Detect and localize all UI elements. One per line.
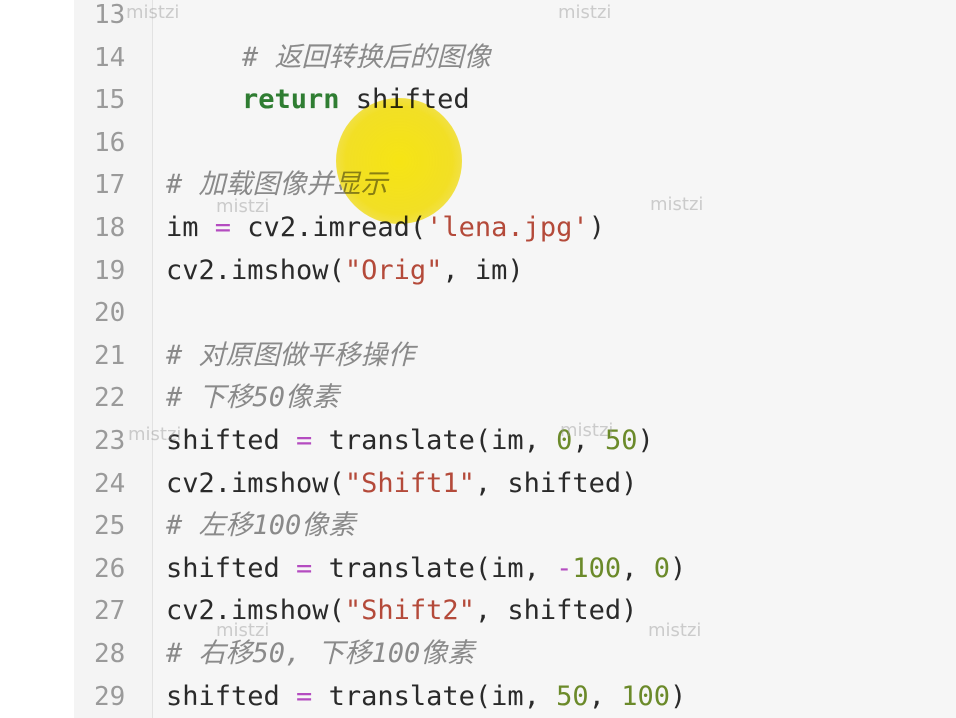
code-token-ident: cv2.imread( (231, 212, 427, 243)
code-token-string: 'lena.jpg' (426, 212, 589, 243)
code-token-punct: ) (637, 425, 654, 456)
code-token-string: "Shift2" (344, 595, 475, 627)
code-token-number: 100 (572, 552, 622, 584)
code-token-ident: im (166, 212, 215, 243)
code-line[interactable]: 17 # 加载图像并显示 (0, 164, 956, 206)
line-code: im = cv2.imread('lena.jpg') (166, 207, 605, 249)
code-line[interactable]: 23 shifted = translate(im, 0, 50) (0, 420, 956, 462)
code-token-ident: translate(im, (312, 552, 557, 584)
line-code: shifted = translate(im, -100, 0) (166, 548, 686, 590)
code-token-operator: = (296, 552, 313, 584)
line-code: # 左移100像素 (166, 505, 355, 547)
code-token-operator: = (214, 212, 232, 243)
code-token-ident: shifted (166, 680, 297, 712)
code-line[interactable]: 28 # 右移50, 下移100像素 (0, 633, 956, 675)
code-token-comment: # 下移50像素 (166, 382, 340, 414)
code-token-punct: , (621, 552, 654, 584)
line-code: cv2.imshow("Shift1", shifted) (166, 463, 637, 505)
code-line[interactable]: 16 (0, 122, 956, 164)
code-token-ident: shifted (339, 84, 470, 116)
line-number: 24 (94, 468, 126, 499)
code-token-punct: ) (588, 212, 605, 243)
code-line[interactable]: 24 cv2.imshow("Shift1", shifted) (0, 463, 956, 505)
code-token-string: "Orig" (344, 254, 443, 286)
code-line[interactable]: 21 # 对原图做平移操作 (0, 335, 956, 377)
code-line[interactable]: 27 cv2.imshow("Shift2", shifted) (0, 590, 956, 632)
code-token-comment: # 返回转换后的图像 (242, 41, 491, 73)
code-line[interactable]: 19 cv2.imshow("Orig", im) (0, 250, 956, 292)
code-token-operator: = (296, 425, 313, 456)
code-token-ident: cv2.imshow( (166, 595, 345, 627)
line-code: shifted = translate(im, 50, 100) (166, 676, 686, 718)
line-number: 29 (94, 681, 126, 712)
line-code: return shifted (242, 79, 470, 121)
code-line[interactable]: 20 (0, 292, 956, 334)
line-number: 14 (94, 42, 126, 73)
code-token-punct: ) (669, 680, 687, 712)
line-number: 22 (94, 383, 126, 414)
code-token-punct: , (588, 680, 622, 712)
line-number: 27 (94, 596, 126, 627)
line-number: 16 (94, 127, 126, 158)
code-token-ident: shifted (166, 552, 297, 584)
code-token-number: 100 (621, 680, 670, 712)
line-code: # 下移50像素 (166, 377, 339, 419)
code-token-string: "Shift1" (344, 467, 475, 499)
line-code: # 对原图做平移操作 (166, 335, 415, 377)
code-line[interactable]: 26 shifted = translate(im, -100, 0) (0, 548, 956, 590)
line-number: 26 (94, 553, 126, 584)
code-token-operator: = (296, 680, 313, 712)
code-token-number: 0 (653, 552, 670, 584)
code-token-ident: translate(im, (312, 425, 557, 456)
line-number: 23 (94, 426, 126, 456)
code-token-number: 0 (556, 425, 573, 456)
code-token-ident: cv2.imshow( (166, 467, 345, 499)
line-number: 28 (94, 639, 126, 669)
code-line[interactable]: 25 # 左移100像素 (0, 505, 956, 547)
code-line[interactable]: 13 (0, 0, 956, 36)
code-token-ident: shifted (166, 425, 297, 456)
line-code: cv2.imshow("Orig", im) (166, 250, 524, 292)
code-token-punct: , shifted) (474, 467, 638, 499)
code-line[interactable]: 22 # 下移50像素 (0, 377, 956, 419)
code-token-operator: - (556, 552, 573, 584)
code-token-keyword: return (242, 84, 340, 116)
code-token-comment: # 右移50, 下移100像素 (166, 638, 475, 669)
code-token-number: 50 (604, 425, 638, 456)
code-token-punct: , shifted) (474, 595, 638, 627)
line-number: 17 (94, 170, 126, 201)
code-token-ident: cv2.imshow( (166, 254, 345, 286)
line-number: 25 (94, 511, 126, 542)
line-code: # 加载图像并显示 (166, 164, 388, 206)
code-token-punct: ) (669, 552, 687, 584)
line-number: 18 (94, 213, 126, 243)
code-line[interactable]: 18 im = cv2.imread('lena.jpg') (0, 207, 956, 249)
line-code: shifted = translate(im, 0, 50) (166, 420, 654, 462)
code-token-number: 50 (556, 680, 589, 712)
line-code: # 右移50, 下移100像素 (166, 633, 474, 675)
line-code: cv2.imshow("Shift2", shifted) (166, 590, 637, 632)
code-token-comment: # 左移100像素 (166, 510, 356, 542)
line-number: 21 (94, 340, 126, 371)
line-number: 19 (94, 255, 126, 286)
code-line[interactable]: 15 return shifted (0, 79, 956, 121)
line-number: 15 (94, 85, 126, 116)
code-token-ident: translate(im, (312, 680, 557, 712)
line-code: # 返回转换后的图像 (242, 37, 491, 79)
code-area[interactable]: 13 14 # 返回转换后的图像 15 return shifted 16 17 # 加载图像… (0, 0, 956, 718)
line-number: 20 (94, 298, 126, 329)
line-number: 13 (94, 0, 126, 30)
code-line[interactable]: 29 shifted = translate(im, 50, 100) (0, 676, 956, 718)
code-token-comment: # 对原图做平移操作 (166, 339, 415, 371)
code-token-comment: # 加载图像并显示 (166, 169, 388, 201)
code-line[interactable]: 14 # 返回转换后的图像 (0, 37, 956, 79)
code-token-punct: , (572, 425, 605, 456)
screen: 13 14 # 返回转换后的图像 15 return shifted 16 17 # 加载图像… (0, 0, 956, 718)
code-token-punct: , im) (442, 254, 524, 286)
